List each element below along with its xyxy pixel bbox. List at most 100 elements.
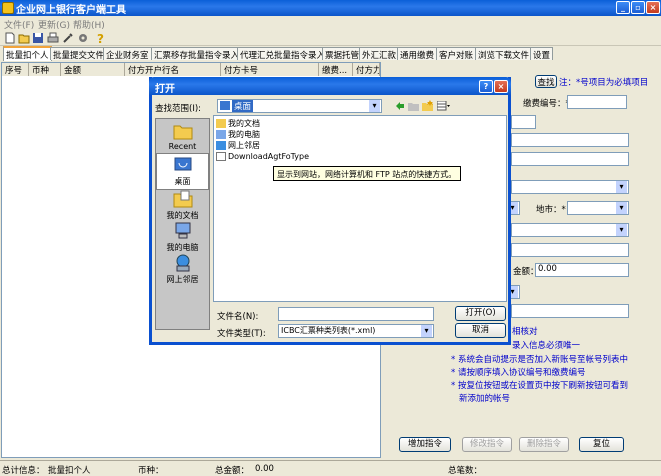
tab-settings[interactable]: 设置 xyxy=(530,47,554,61)
add-instruction-label: 增加指令 xyxy=(407,439,442,449)
window-titlebar: 企业网上银行客户端工具 xyxy=(0,0,661,16)
file-item[interactable]: DownloadAgtFoType xyxy=(216,152,309,161)
place-network[interactable]: 网上邻居 xyxy=(156,254,209,285)
status-amount-value: 0.00 xyxy=(255,464,274,474)
lookin-label: 查找范围(I): xyxy=(155,104,202,114)
hint-1: 相核对 xyxy=(512,327,538,337)
tooltip: 显示到网站，网络计算机和 FTP 站点的快捷方式。 xyxy=(273,166,461,181)
file-item-label: 网上邻居 xyxy=(228,141,260,150)
lookin-value: 桌面 xyxy=(232,100,254,112)
file-item-label: DownloadAgtFoType xyxy=(228,152,310,161)
place-my-documents[interactable]: 我的文档 xyxy=(156,190,209,221)
filename-label: 文件名(N): xyxy=(217,312,259,322)
tab-draft-batch[interactable]: 汇票移存批量指令录入 xyxy=(151,47,243,61)
partial-select-1[interactable] xyxy=(511,180,629,194)
open-button-label: 打开(O) xyxy=(465,308,496,318)
grid-header-index[interactable]: 序号 xyxy=(2,63,29,76)
place-desktop-label: 桌面 xyxy=(174,177,191,186)
back-icon[interactable] xyxy=(395,101,405,111)
filetype-select[interactable]: ICBC汇票种类列表(*.xml) xyxy=(278,324,434,338)
place-network-label: 网上邻居 xyxy=(166,275,199,284)
status-currency-label: 币种： xyxy=(138,466,164,476)
add-instruction-button[interactable]: 增加指令 xyxy=(399,437,451,452)
partial-input-1[interactable] xyxy=(511,115,536,129)
grid-header-currency[interactable]: 币种 xyxy=(29,63,61,76)
reset-button[interactable]: 复位 xyxy=(579,437,624,452)
new-file-icon[interactable] xyxy=(4,32,16,44)
help-icon[interactable]: ? xyxy=(94,32,106,44)
filename-input[interactable] xyxy=(278,307,434,321)
desktop-place-icon xyxy=(174,157,191,171)
grid-header-payer-bank[interactable]: 付方开户行名 xyxy=(125,63,221,76)
filetype-label: 文件类型(T): xyxy=(217,329,266,339)
cancel-button-label: 取消 xyxy=(471,325,489,335)
place-my-computer-label: 我的电脑 xyxy=(166,243,199,252)
settings-icon[interactable] xyxy=(77,32,89,44)
file-item[interactable]: 网上邻居 xyxy=(216,140,260,151)
tab-finance-room[interactable]: 企业财务室 xyxy=(103,47,152,61)
hint-4: * 请按顺序填入协议编号和缴费编号 xyxy=(451,368,586,378)
partial-input-2[interactable] xyxy=(511,133,629,147)
open-dialog-title: 打开 xyxy=(155,84,175,95)
tab-remit-batch[interactable]: 代理汇兑批量指令录入 xyxy=(237,47,329,61)
partial-input-5[interactable] xyxy=(511,304,629,318)
lookin-select[interactable]: 桌面 xyxy=(217,99,382,113)
search-button[interactable]: 查找 xyxy=(535,75,557,88)
file-item-label: 我的文档 xyxy=(228,119,260,128)
close-icon[interactable]: × xyxy=(646,1,660,14)
modify-instruction-button[interactable]: 修改指令 xyxy=(462,437,512,452)
tab-browse-download[interactable]: 浏览下载文件 xyxy=(475,47,533,61)
grid-header-payer-card[interactable]: 付方卡号 xyxy=(221,63,319,76)
place-my-computer[interactable]: 我的电脑 xyxy=(156,222,209,253)
minimize-icon[interactable]: _ xyxy=(616,1,630,14)
reset-label: 复位 xyxy=(592,439,610,449)
place-recent[interactable]: Recent xyxy=(156,122,209,151)
place-desktop[interactable]: 桌面 xyxy=(156,153,209,190)
dialog-close-icon[interactable]: × xyxy=(494,80,508,93)
modify-instruction-label: 修改指令 xyxy=(469,439,504,449)
grid-header-fee[interactable]: 缴费... xyxy=(319,63,353,76)
file-item[interactable]: 我的电脑 xyxy=(216,129,260,140)
up-folder-icon[interactable] xyxy=(408,101,419,111)
status-total-label: 总计信息： xyxy=(2,466,45,476)
tab-bill-custody[interactable]: 票据托管 xyxy=(322,47,363,61)
print-icon[interactable] xyxy=(47,32,59,44)
tab-batch-submit[interactable]: 批量提交文件 xyxy=(50,47,108,61)
city-select[interactable] xyxy=(567,201,629,215)
file-item[interactable]: 我的文档 xyxy=(216,118,260,129)
place-my-documents-label: 我的文档 xyxy=(166,211,199,220)
tab-fx-remit[interactable]: 外汇汇款 xyxy=(359,47,400,61)
amount-input[interactable]: 0.00 xyxy=(535,263,629,277)
tab-general-fee[interactable]: 通用缴费 xyxy=(397,47,438,61)
delete-instruction-button[interactable]: 删除指令 xyxy=(519,437,569,452)
network-icon xyxy=(216,141,226,150)
svg-text:?: ? xyxy=(97,32,104,44)
hint-2: 录入信息必须唯一 xyxy=(512,341,581,351)
grid-header-payer-extra[interactable]: 付方力 xyxy=(353,63,380,76)
tab-reconcile[interactable]: 客户对账 xyxy=(436,47,477,61)
tools-icon[interactable] xyxy=(62,32,74,44)
hint-6: 新添加的帐号 xyxy=(459,394,511,404)
dialog-help-icon[interactable]: ? xyxy=(479,80,493,93)
save-icon[interactable] xyxy=(32,32,44,44)
cancel-button[interactable]: 取消 xyxy=(455,323,506,338)
open-folder-icon[interactable] xyxy=(18,32,30,44)
partial-input-3[interactable] xyxy=(511,152,629,166)
fee-no-label: 缴费编号：* xyxy=(523,99,570,109)
maximize-icon[interactable]: ▫ xyxy=(631,1,645,14)
grid-header-amount[interactable]: 金额 xyxy=(61,63,125,76)
menu-bar: 文件(F) 更新(G) 帮助(H) xyxy=(0,16,661,31)
file-item-label: 我的电脑 xyxy=(228,130,260,139)
tab-batch-debit[interactable]: 批量扣个人 xyxy=(3,46,52,61)
status-bar: 总计信息： 批量扣个人 币种： 总金额： 0.00 总笔数： xyxy=(0,460,661,476)
new-folder-icon[interactable] xyxy=(422,100,434,111)
partial-select-3[interactable] xyxy=(511,223,629,237)
required-note: 注：*号项目为必填项目 xyxy=(559,78,649,88)
view-menu-icon[interactable] xyxy=(437,101,451,111)
open-button[interactable]: 打开(O) xyxy=(455,306,506,321)
place-recent-label: Recent xyxy=(168,142,197,151)
my-documents-icon xyxy=(173,190,192,208)
filetype-value: ICBC汇票种类列表(*.xml) xyxy=(281,326,376,335)
partial-input-4[interactable] xyxy=(511,243,629,257)
fee-no-input[interactable] xyxy=(567,95,627,109)
